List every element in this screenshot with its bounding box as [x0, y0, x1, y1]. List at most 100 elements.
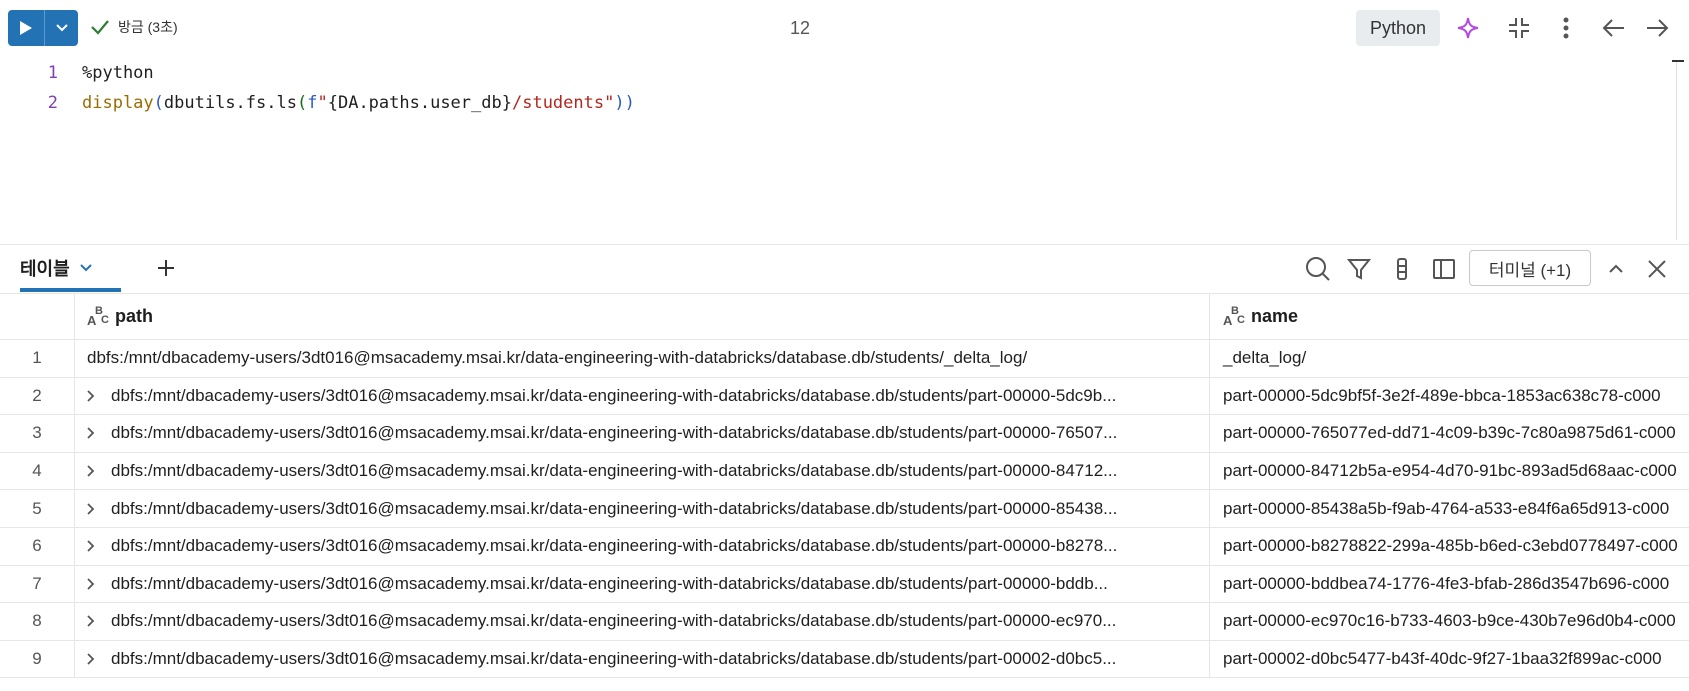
cell-path[interactable]: dbfs:/mnt/dbacademy-users/3dt016@msacade… [75, 640, 1210, 678]
cell-path-text: dbfs:/mnt/dbacademy-users/3dt016@msacade… [111, 649, 1117, 669]
language-selector[interactable]: Python [1356, 10, 1440, 46]
editor-scrollbar-track[interactable] [1676, 60, 1677, 240]
cell-path-text: dbfs:/mnt/dbacademy-users/3dt016@msacade… [111, 423, 1118, 443]
chevron-right-icon[interactable] [87, 653, 101, 665]
cell-path-text: dbfs:/mnt/dbacademy-users/3dt016@msacade… [111, 536, 1118, 556]
cell-name[interactable]: part-00000-84712b5a-e954-4d70-91bc-893ad… [1211, 453, 1689, 490]
terminal-button[interactable]: 터미널 (+1) [1469, 250, 1591, 286]
row-index: 5 [0, 490, 75, 527]
minimize-cell-button[interactable] [1505, 14, 1533, 42]
chevron-up-icon [1609, 264, 1623, 273]
chevron-right-icon[interactable] [87, 578, 101, 590]
filter-button[interactable] [1344, 254, 1374, 284]
expand-results-button[interactable] [1601, 254, 1631, 284]
cell-number: 12 [790, 18, 811, 38]
row-index: 4 [0, 452, 75, 490]
table-row[interactable]: 7 dbfs:/mnt/dbacademy-users/3dt016@msacad… [0, 565, 1689, 604]
cell-path[interactable]: dbfs:/mnt/dbacademy-users/3dt016@msacade… [75, 565, 1210, 603]
column-header-name[interactable]: ABC name [1211, 293, 1689, 339]
chevron-right-icon[interactable] [87, 540, 101, 552]
cell-name[interactable]: part-00002-d0bc5477-b43f-40dc-9f27-1baa3… [1211, 641, 1689, 678]
run-status-text: 방금 (3초) [118, 19, 178, 35]
cell-name[interactable]: _delta_log/ [1211, 340, 1689, 377]
tab-table[interactable]: 테이블 [20, 245, 92, 291]
table-row[interactable]: 5 dbfs:/mnt/dbacademy-users/3dt016@msacad… [0, 490, 1689, 528]
row-index: 6 [0, 528, 75, 565]
cell-name-text: part-00002-d0bc5477-b43f-40dc-9f27-1baa3… [1223, 649, 1662, 669]
row-index: 3 [0, 415, 75, 452]
code-text: %python [82, 63, 154, 83]
cell-path-text: dbfs:/mnt/dbacademy-users/3dt016@msacade… [111, 573, 1108, 593]
column-header-path[interactable]: ABC path [75, 293, 1210, 339]
search-icon [1306, 257, 1330, 281]
table-row[interactable]: 9 dbfs:/mnt/dbacademy-users/3dt016@msacad… [0, 640, 1689, 679]
cell-path[interactable]: dbfs:/mnt/dbacademy-users/3dt016@msacade… [75, 377, 1210, 415]
results-table: ABC path ABC name 1 dbfs:/mnt/dbacademy-u… [0, 293, 1689, 691]
chevron-right-icon[interactable] [87, 503, 101, 515]
cell-name[interactable]: part-00000-bddbea74-1776-4fe3-bfab-286d3… [1211, 566, 1689, 603]
results-tab-bar: 테이블 터미널 (+1) [0, 244, 1689, 294]
chevron-down-icon [55, 24, 68, 32]
table-header-row: ABC path ABC name [0, 293, 1689, 340]
close-results-button[interactable] [1642, 254, 1672, 284]
string-type-icon: ABC [87, 305, 109, 328]
chevron-right-icon[interactable] [87, 390, 101, 402]
columns-icon [1397, 258, 1407, 280]
cell-path-text: dbfs:/mnt/dbacademy-users/3dt016@msacade… [87, 348, 1028, 368]
cell-name-text: part-00000-765077ed-dd71-4c09-b39c-7c80a… [1223, 423, 1676, 443]
code-brace: } [501, 93, 512, 113]
code-paren: ( [153, 93, 164, 113]
filter-icon [1347, 259, 1371, 280]
more-vertical-icon [1563, 17, 1569, 39]
plus-icon [158, 260, 174, 276]
table-row[interactable]: 4 dbfs:/mnt/dbacademy-users/3dt016@msacad… [0, 452, 1689, 491]
code-editor[interactable]: 1 %python 2 display(dbutils.fs.ls(f "{DA.… [0, 56, 1689, 242]
run-status: 방금 (3초) [90, 17, 178, 37]
cell-path-text: dbfs:/mnt/dbacademy-users/3dt016@msacade… [111, 611, 1117, 631]
close-icon [1648, 260, 1666, 278]
editor-scrollbar-thumb[interactable] [1672, 60, 1684, 62]
column-header-label: name [1251, 305, 1299, 326]
assistant-button[interactable] [1454, 14, 1482, 42]
chevron-right-icon[interactable] [87, 465, 101, 477]
run-options-dropdown[interactable] [45, 10, 78, 46]
cell-path[interactable]: dbfs:/mnt/dbacademy-users/3dt016@msacade… [75, 603, 1210, 640]
cell-name-text: part-00000-84712b5a-e954-4d70-91bc-893ad… [1223, 461, 1677, 481]
collapse-icon [1509, 18, 1529, 38]
cell-name[interactable]: part-00000-ec970c16-b733-4603-b9ce-430b7… [1211, 603, 1689, 640]
table-row[interactable]: 2 dbfs:/mnt/dbacademy-users/3dt016@msacad… [0, 377, 1689, 416]
more-options-button[interactable] [1552, 14, 1580, 42]
cell-path[interactable]: dbfs:/mnt/dbacademy-users/3dt016@msacade… [75, 490, 1210, 527]
sidebar-toggle-button[interactable] [1429, 254, 1459, 284]
cell-toolbar: 방금 (3초) 12 Python [0, 0, 1689, 56]
cell-name-text: part-00000-5dc9bf5f-3e2f-489e-bbca-1853a… [1223, 385, 1661, 405]
row-index: 7 [0, 565, 75, 603]
table-row[interactable]: 6 dbfs:/mnt/dbacademy-users/3dt016@msacad… [0, 528, 1689, 566]
next-cell-button[interactable] [1643, 14, 1671, 42]
cell-path-text: dbfs:/mnt/dbacademy-users/3dt016@msacade… [111, 461, 1118, 481]
row-index: 1 [0, 340, 75, 377]
cell-name-text: _delta_log/ [1223, 348, 1307, 368]
row-index: 8 [0, 603, 75, 640]
add-tab-button[interactable] [152, 254, 180, 282]
previous-cell-button[interactable] [1600, 14, 1628, 42]
columns-button[interactable] [1387, 254, 1417, 284]
table-row[interactable]: 8 dbfs:/mnt/dbacademy-users/3dt016@msacad… [0, 603, 1689, 641]
cell-name[interactable]: part-00000-85438a5b-f9ab-4764-a533-e84f6… [1211, 490, 1689, 527]
chevron-right-icon[interactable] [87, 427, 101, 440]
cell-name[interactable]: part-00000-5dc9bf5f-3e2f-489e-bbca-1853a… [1211, 378, 1689, 415]
table-row[interactable]: 1 dbfs:/mnt/dbacademy-users/3dt016@msacad… [0, 340, 1689, 378]
cell-path[interactable]: dbfs:/mnt/dbacademy-users/3dt016@msacade… [75, 340, 1210, 377]
chevron-right-icon[interactable] [87, 615, 101, 628]
table-row[interactable]: 3 dbfs:/mnt/dbacademy-users/3dt016@msacad… [0, 415, 1689, 453]
cell-path[interactable]: dbfs:/mnt/dbacademy-users/3dt016@msacade… [75, 415, 1210, 452]
cell-name[interactable]: part-00000-b8278822-299a-485b-b6ed-c3ebd… [1211, 528, 1689, 565]
cell-path[interactable]: dbfs:/mnt/dbacademy-users/3dt016@msacade… [75, 452, 1210, 490]
cell-name-text: part-00000-85438a5b-f9ab-4764-a533-e84f6… [1223, 498, 1670, 518]
search-button[interactable] [1303, 254, 1333, 284]
cell-name[interactable]: part-00000-765077ed-dd71-4c09-b39c-7c80a… [1211, 415, 1689, 452]
panel-icon [1433, 259, 1455, 279]
string-type-icon: ABC [1223, 305, 1245, 328]
run-cell-button[interactable] [8, 10, 44, 46]
cell-path[interactable]: dbfs:/mnt/dbacademy-users/3dt016@msacade… [75, 528, 1210, 565]
